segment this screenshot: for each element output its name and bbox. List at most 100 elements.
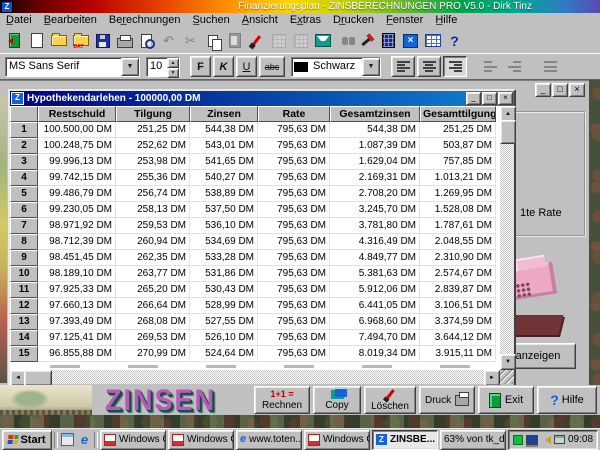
menu-suchen[interactable]: S̲uchen [186,13,235,28]
restschuld-cell[interactable]: 98.971,92 DM [38,218,116,234]
exit-button[interactable]: Exit [478,386,534,414]
horizontal-scroll-thumb[interactable] [24,370,52,386]
tilgung-cell[interactable]: 265,20 DM [116,282,190,298]
tilgung-cell[interactable]: 269,53 DM [116,330,190,346]
tilgung-cell[interactable]: 266,64 DM [116,298,190,314]
horizontal-scrollbar[interactable]: ◄ ► [10,370,500,384]
row-number-cell[interactable]: 12 [10,298,38,314]
restschuld-cell[interactable]: 97.660,13 DM [38,298,116,314]
copy-icon[interactable] [202,31,223,51]
gesamttilgung-cell[interactable]: 2.574,67 DM [420,266,496,282]
scroll-down-icon[interactable]: ▼ [500,354,516,370]
zinsen-cell[interactable]: 538,89 DM [190,186,258,202]
gesamttilgung-cell[interactable]: 251,25 DM [420,122,496,138]
tilgung-cell[interactable]: 253,98 DM [116,154,190,170]
zinsen-cell[interactable]: 540,27 DM [190,170,258,186]
tools-icon[interactable] [356,31,377,51]
restschuld-cell[interactable]: 99.742,15 DM [38,170,116,186]
table-grid-icon[interactable] [422,31,443,51]
zinsen-cell[interactable]: 526,10 DM [190,330,258,346]
druck-button[interactable]: Druck [419,386,475,414]
rate-cell[interactable]: 795,63 DM [258,154,330,170]
font-size-stepper[interactable]: 10 ▲▼ [146,57,180,77]
row-number-cell[interactable]: 14 [10,330,38,346]
tilgung-cell[interactable]: 259,53 DM [116,218,190,234]
tilgung-cell[interactable]: 270,99 DM [116,346,190,362]
mdi-close-button[interactable]: × [569,83,585,97]
task-www-toten[interactable]: e www.toten... [236,430,302,450]
doc-minimize-button[interactable]: _ [466,92,481,105]
underline-button[interactable]: U [236,56,257,77]
size-up-icon[interactable]: ▲ [167,58,179,68]
menu-extras[interactable]: Ex̲tras [284,13,327,28]
bold-button[interactable]: F [190,56,211,77]
menu-hilfe[interactable]: H̲ilfe [429,13,463,28]
tilgung-cell[interactable]: 260,94 DM [116,234,190,250]
zinsen-cell[interactable]: 534,69 DM [190,234,258,250]
tilgung-cell[interactable]: 255,36 DM [116,170,190,186]
gesamttilgung-cell[interactable]: 1.787,61 DM [420,218,496,234]
font-dropdown-icon[interactable]: ▼ [121,58,139,76]
gesamttilgung-cell[interactable]: 757,85 DM [420,154,496,170]
rate-cell[interactable]: 795,63 DM [258,218,330,234]
menu-datei[interactable]: D̲atei [0,13,38,28]
header-rate[interactable]: Rate [258,106,330,122]
mail-icon[interactable] [312,31,333,51]
rate-cell[interactable]: 795,63 DM [258,186,330,202]
rate-cell[interactable]: 795,63 DM [258,330,330,346]
header-gesamtzinsen[interactable]: Gesamtzinsen [330,106,420,122]
restschuld-cell[interactable]: 100.500,00 DM [38,122,116,138]
gesamtzinsen-cell[interactable]: 7.494,70 DM [330,330,420,346]
rate-cell[interactable]: 795,63 DM [258,122,330,138]
align-right-icon[interactable] [443,56,467,77]
scroll-right-icon[interactable]: ► [484,370,500,386]
gesamtzinsen-cell[interactable]: 3.245,70 DM [330,202,420,218]
font-select[interactable]: MS Sans Serif ▼ [5,57,140,77]
vertical-scroll-thumb[interactable] [500,120,516,144]
row-number-cell[interactable]: 2 [10,138,38,154]
gesamtzinsen-cell[interactable]: 5.912,06 DM [330,282,420,298]
menu-berechnungen[interactable]: Ber̲echnungen [103,13,187,28]
task-windows-c-2[interactable]: Windows C... [168,430,234,450]
network-icon[interactable] [554,435,565,444]
help-icon[interactable]: ? [444,31,465,51]
doc-close-button[interactable]: × [498,92,513,105]
tilgung-cell[interactable]: 262,35 DM [116,250,190,266]
gesamtzinsen-cell[interactable]: 4.849,77 DM [330,250,420,266]
gesamttilgung-cell[interactable]: 3.915,11 DM [420,346,496,362]
zinsen-cell[interactable]: 536,10 DM [190,218,258,234]
status-led-icon[interactable] [513,435,523,445]
size-down-icon[interactable]: ▼ [167,68,179,78]
restschuld-cell[interactable]: 98.712,39 DM [38,234,116,250]
mdi-maximize-button[interactable]: □ [552,83,568,97]
italic-button[interactable]: K [213,56,234,77]
menu-fenster[interactable]: F̲enster [380,13,429,28]
row-number-cell[interactable]: 15 [10,346,38,362]
gesamtzinsen-cell[interactable]: 8.019,34 DM [330,346,420,362]
display-icon[interactable] [526,435,538,445]
tilgung-cell[interactable]: 256,74 DM [116,186,190,202]
restschuld-cell[interactable]: 98.189,10 DM [38,266,116,282]
row-number-cell[interactable]: 10 [10,266,38,282]
zinsen-cell[interactable]: 527,55 DM [190,314,258,330]
row-number-cell[interactable]: 1 [10,122,38,138]
align-left-icon[interactable] [391,56,415,77]
gesamttilgung-cell[interactable]: 2.310,90 DM [420,250,496,266]
align-center-icon[interactable] [417,56,441,77]
rate-cell[interactable]: 795,63 DM [258,346,330,362]
hilfe-button[interactable]: ? Hilfe [537,386,597,414]
restschuld-cell[interactable]: 97.925,33 DM [38,282,116,298]
row-number-cell[interactable]: 4 [10,170,38,186]
rate-cell[interactable]: 795,63 DM [258,266,330,282]
header-tilgung[interactable]: Tilgung [116,106,190,122]
gesamttilgung-cell[interactable]: 1.013,21 DM [420,170,496,186]
row-number-cell[interactable]: 7 [10,218,38,234]
resize-grip[interactable] [500,370,514,384]
tilgung-cell[interactable]: 258,13 DM [116,202,190,218]
gesamttilgung-cell[interactable]: 3.644,12 DM [420,330,496,346]
header-restschuld[interactable]: Restschuld [38,106,116,122]
restschuld-cell[interactable]: 97.393,49 DM [38,314,116,330]
row-number-cell[interactable]: 3 [10,154,38,170]
vertical-scrollbar[interactable]: ▲ ▼ [500,106,514,370]
menu-ansicht[interactable]: A̲nsicht [236,13,284,28]
